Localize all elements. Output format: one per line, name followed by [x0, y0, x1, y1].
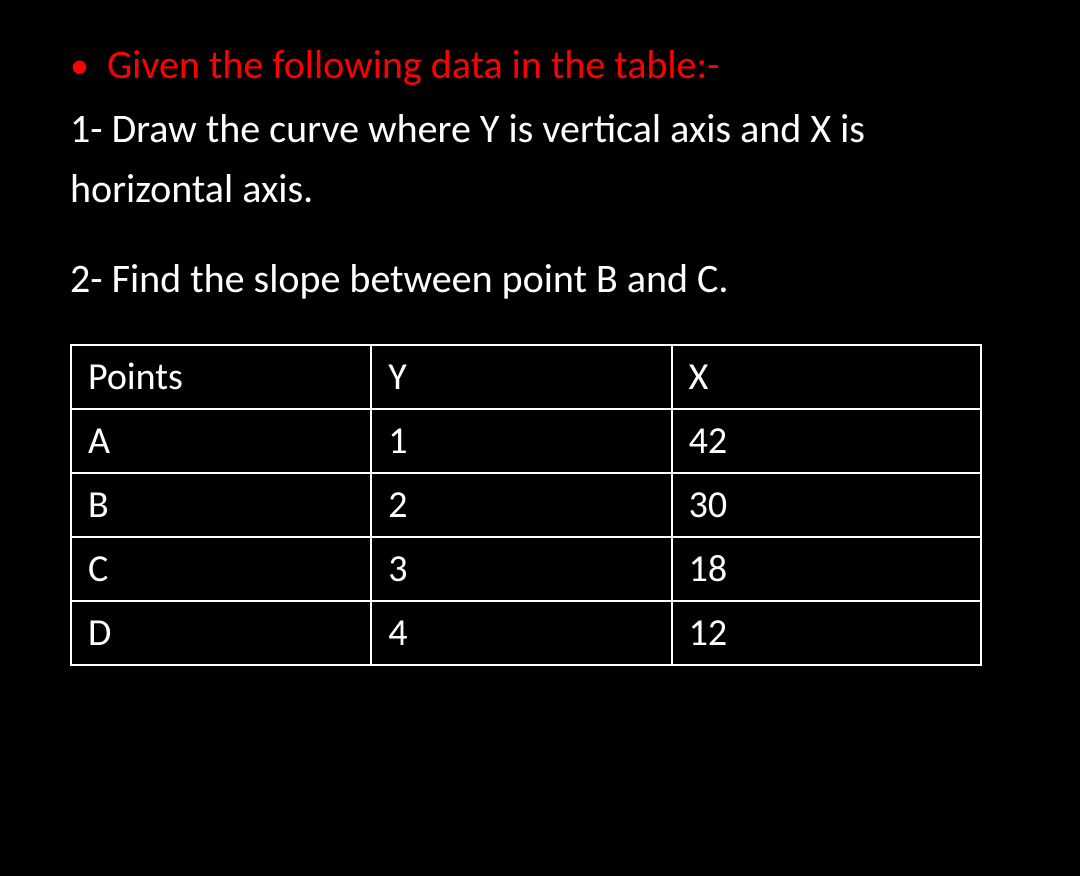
header-y: Y [371, 345, 671, 409]
cell-y: 2 [371, 473, 671, 537]
instruction-1: 1- Draw the curve where Y is vertical ax… [70, 99, 1020, 219]
cell-x: 18 [672, 537, 981, 601]
header-x: X [672, 345, 981, 409]
header-points: Points [71, 345, 371, 409]
table-row: B 2 30 [71, 473, 981, 537]
table-row: D 4 12 [71, 601, 981, 665]
cell-point: A [71, 409, 371, 473]
table-header-row: Points Y X [71, 345, 981, 409]
heading-line: • Given the following data in the table:… [60, 40, 1020, 89]
document-content: • Given the following data in the table:… [60, 30, 1020, 666]
cell-x: 12 [672, 601, 981, 665]
instruction-2: 2- Find the slope between point B and C. [70, 249, 1020, 309]
table-row: A 1 42 [71, 409, 981, 473]
cell-x: 42 [672, 409, 981, 473]
cell-x: 30 [672, 473, 981, 537]
table-row: C 3 18 [71, 537, 981, 601]
cell-y: 3 [371, 537, 671, 601]
cell-point: B [71, 473, 371, 537]
cell-y: 4 [371, 601, 671, 665]
cell-y: 1 [371, 409, 671, 473]
heading-text: Given the following data in the table:- [107, 40, 719, 89]
bullet-icon: • [70, 43, 89, 89]
cell-point: C [71, 537, 371, 601]
cell-point: D [71, 601, 371, 665]
data-table: Points Y X A 1 42 B 2 30 C 3 18 D 4 12 [70, 344, 982, 666]
